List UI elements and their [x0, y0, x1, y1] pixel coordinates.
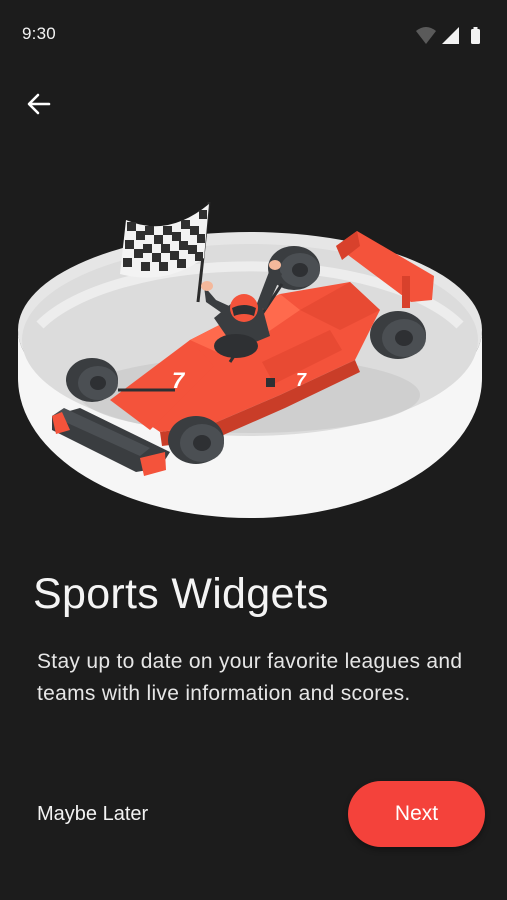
- back-button[interactable]: [20, 85, 58, 123]
- front-left-wheel: [66, 358, 118, 402]
- arrow-left-icon: [27, 93, 51, 115]
- cockpit: [214, 334, 258, 358]
- race-car-illustration: 7 7: [18, 201, 482, 518]
- front-right-wheel: [168, 416, 224, 464]
- rear-right-wheel: [370, 311, 426, 359]
- car-number-side: 7: [296, 370, 307, 390]
- cellular-signal-icon: [442, 27, 459, 44]
- status-time: 9:30: [22, 24, 56, 43]
- page-title: Sports Widgets: [33, 570, 329, 618]
- next-button[interactable]: Next: [348, 781, 485, 847]
- car-number-front: 7: [172, 368, 186, 393]
- maybe-later-button[interactable]: Maybe Later: [37, 798, 148, 830]
- status-icons: [416, 27, 480, 44]
- status-bar: 9:30: [0, 0, 507, 68]
- page-description: Stay up to date on your favorite leagues…: [37, 650, 463, 705]
- battery-icon: [471, 27, 480, 44]
- wifi-icon: [416, 27, 436, 44]
